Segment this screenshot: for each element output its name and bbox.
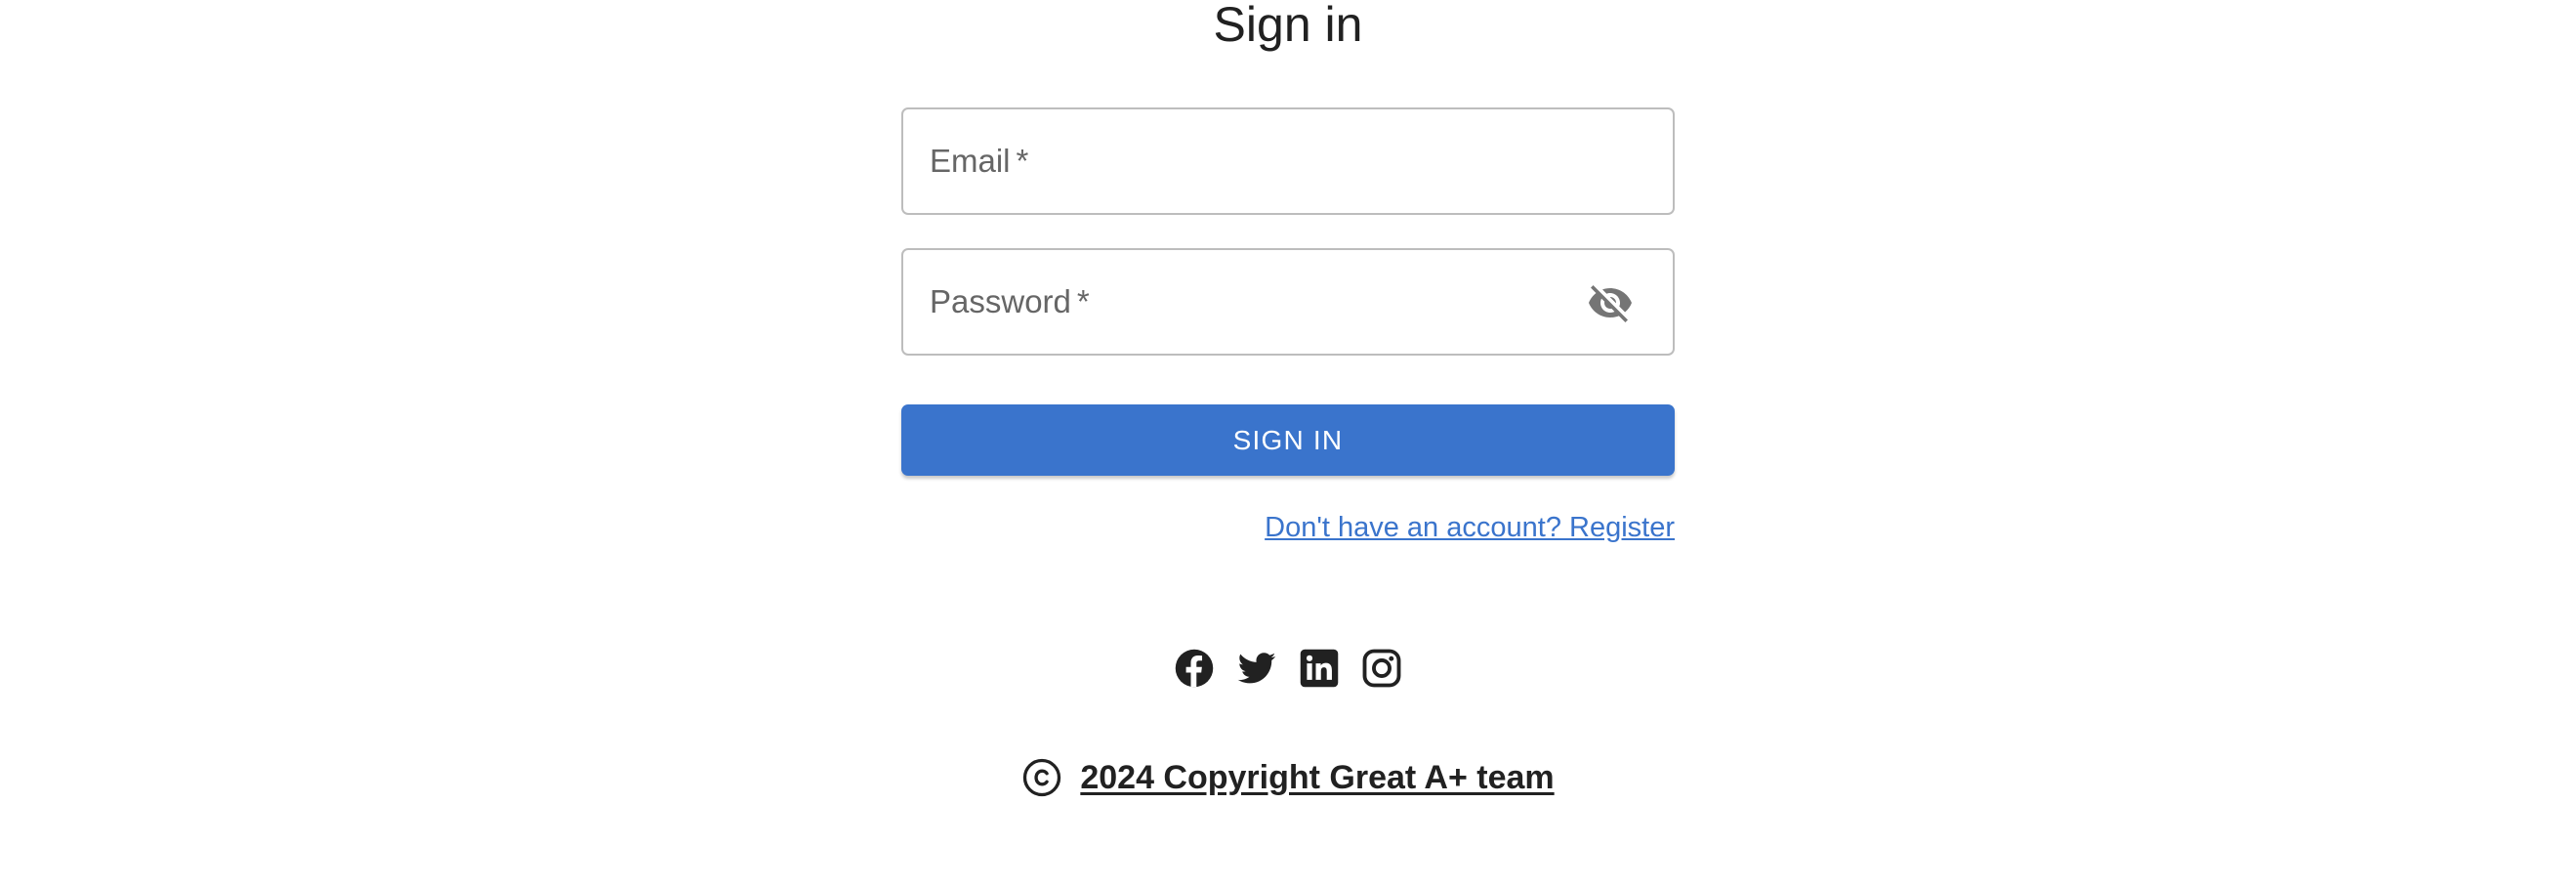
copyright: 2024 Copyright Great A+ team — [0, 757, 2576, 798]
email-input[interactable] — [903, 109, 1673, 213]
twitter-link[interactable] — [1236, 648, 1277, 689]
facebook-link[interactable] — [1174, 648, 1215, 689]
instagram-link[interactable] — [1361, 648, 1402, 689]
social-links — [0, 648, 2576, 689]
linkedin-link[interactable] — [1299, 648, 1340, 689]
register-link[interactable]: Don't have an account? Register — [1265, 512, 1675, 544]
email-field[interactable]: Email * — [901, 107, 1675, 215]
page-title: Sign in — [1213, 0, 1363, 52]
visibility-off-icon — [1589, 285, 1632, 322]
facebook-icon — [1175, 649, 1214, 688]
password-field[interactable]: Password * — [901, 248, 1675, 356]
linkedin-icon — [1300, 649, 1339, 688]
copyright-text[interactable]: 2024 Copyright Great A+ team — [1080, 759, 1554, 797]
instagram-icon — [1362, 649, 1401, 688]
toggle-password-visibility-button[interactable] — [1587, 279, 1634, 326]
twitter-icon — [1237, 653, 1276, 684]
sign-in-page: Sign in Email * Password * SIGN IN Don't h… — [0, 0, 2576, 888]
copyright-icon — [1023, 758, 1061, 797]
sign-in-button[interactable]: SIGN IN — [901, 404, 1675, 476]
password-input[interactable] — [903, 250, 1673, 354]
